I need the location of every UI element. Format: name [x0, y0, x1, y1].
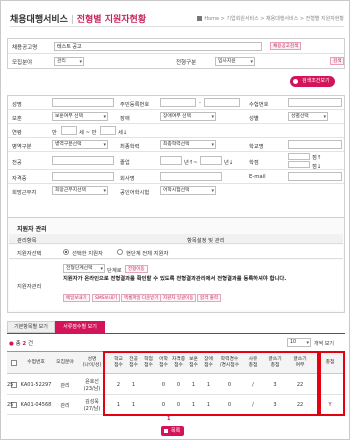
gpa-from-input[interactable]	[288, 153, 310, 160]
mgmt-col-item: 관리항목	[17, 238, 37, 244]
page-title: 채용대행서비스 | 전형별 지원자현황	[10, 15, 147, 25]
cert-input[interactable]	[52, 172, 114, 181]
top-search-form: 채용공고명 테스트 공고 채용공고검색 모집분야 관리 전형구분 입사지원 검색	[7, 38, 345, 69]
grad-from-input[interactable]	[160, 156, 182, 165]
move-stage-button[interactable]: 전형이동	[125, 265, 148, 273]
mgmt-notice: 지원자가 온라인으로 전형결과를 확인할 수 있도록 전형결과관리에서 전형결과…	[63, 276, 287, 282]
title-text: 채용대행서비스	[10, 15, 68, 25]
lang-label: 공인어학시험	[120, 190, 150, 196]
tab-basic[interactable]: 기본항목별 보기	[7, 321, 55, 333]
edu-select[interactable]: 최종학력선택	[160, 140, 216, 149]
veteran-label: 보훈	[12, 116, 22, 122]
job-name-input[interactable]: 테스트 공고	[54, 42, 262, 51]
age-to-input[interactable]	[100, 126, 116, 135]
target-all-radio[interactable]	[117, 249, 123, 255]
school-label: 학교명	[249, 144, 264, 150]
cert-label: 자격증	[12, 176, 27, 182]
home-icon[interactable]	[197, 16, 203, 21]
mgmt-actions: 메일보내기 SMS보내기 엑셀파일 다운받기 지원자 일괄이동 합격 출력	[63, 294, 343, 303]
stage-label: 전형구분	[176, 60, 197, 66]
breadcrumb: Home > 기업회원서비스 > 채용대행서비스 > 전형별 지원자현황	[197, 15, 344, 22]
email-input[interactable]	[288, 172, 342, 181]
recruit-field-label: 모집분야	[12, 60, 33, 66]
grid-col-header: 모집분야	[56, 360, 74, 365]
rrn-label: 주민등록번호	[120, 102, 150, 108]
mgmt-action-button[interactable]: 엑셀파일 다운받기	[121, 294, 162, 302]
military-select[interactable]: 병역구분선택	[52, 140, 108, 149]
gpa-to-input[interactable]	[288, 161, 310, 168]
search-button[interactable]: 검색	[330, 57, 345, 65]
detail-conditions: 성명 주민등록번호 - 수험번호 보훈 보훈여부 선택 장애 장애여부 선택 성…	[7, 95, 345, 221]
score-cell: 25	[7, 402, 14, 408]
gpa-label: 학점	[249, 160, 259, 166]
hope-select[interactable]: 희망근무지선택	[52, 186, 108, 195]
page-header: 채용대행서비스 | 전형별 지원자현황 Home > 기업회원서비스 > 채용대…	[10, 11, 344, 27]
name-input[interactable]	[52, 98, 114, 107]
military-label: 병역구분	[12, 144, 32, 150]
select-all-checkbox[interactable]	[11, 360, 17, 366]
list-icon	[164, 429, 168, 433]
mgmt-action-button[interactable]: SMS보내기	[92, 294, 121, 302]
gender-select[interactable]: 성별선택	[288, 112, 328, 121]
target-label: 지원자선택	[17, 251, 42, 257]
edu-label: 최종학력	[120, 144, 140, 150]
mgmt-action-button[interactable]: 지원자 일괄이동	[160, 294, 197, 302]
rrn-back-input[interactable]	[204, 98, 240, 107]
page-frame: 채용대행서비스 | 전형별 지원자현황 Home > 기업회원서비스 > 채용대…	[0, 0, 350, 440]
list-button[interactable]: 목록	[161, 426, 185, 436]
company-input[interactable]	[160, 172, 222, 181]
school-input[interactable]	[288, 140, 342, 149]
grad-label: 졸업	[120, 160, 130, 166]
tab-document-score[interactable]: 서류점수별 보기	[55, 321, 105, 333]
hope-label: 희망근무지	[12, 190, 37, 196]
plus-icon	[293, 79, 298, 84]
major-label: 전공	[12, 160, 22, 166]
apply-no-label: 수험번호	[249, 102, 269, 108]
page-current[interactable]: 1	[167, 416, 170, 422]
recruit-field: 관리	[60, 383, 70, 389]
applicant-id[interactable]: KA01-52297	[19, 382, 53, 388]
applicant-management: 지원자 관리 관리항목 항목설정 및 관리 지원자선택 선택한 지원자 현단계 …	[7, 217, 345, 313]
score-cell: 25	[7, 382, 14, 388]
rrn-front-input[interactable]	[160, 98, 196, 107]
disability-select[interactable]: 장애여부 선택	[160, 112, 216, 121]
name-label: 성명	[12, 102, 22, 108]
mgmt-section-title: 지원자 관리	[17, 226, 47, 233]
recruit-field-select[interactable]: 관리	[54, 57, 84, 66]
result-count: ● 총 2 건	[9, 341, 34, 347]
company-label: 회사명	[120, 176, 135, 182]
grad-to-input[interactable]	[200, 156, 222, 165]
result-stage-select[interactable]: 전형단계선택	[63, 264, 105, 273]
manage-label: 지원자관리	[17, 284, 42, 290]
job-search-button[interactable]: 채용공고검색	[270, 42, 302, 50]
major-input[interactable]	[52, 156, 114, 165]
mgmt-col-setting: 항목설정 및 관리	[187, 238, 225, 244]
lang-select[interactable]: 어학시험선택	[160, 186, 216, 195]
gender-label: 성별	[249, 116, 259, 122]
detail-search-toggle-button[interactable]: 검색조건보기	[290, 76, 335, 87]
applicant-id[interactable]: KA01-04568	[19, 402, 53, 408]
total-column-highlight	[319, 351, 345, 416]
subtitle-text: 전형별 지원자현황	[76, 15, 147, 25]
recruit-field: 관리	[60, 403, 70, 409]
apply-no-input[interactable]	[288, 98, 342, 107]
score-columns-highlight	[103, 351, 319, 416]
mgmt-action-button[interactable]: 합격 출력	[197, 294, 221, 302]
age-label: 연령	[12, 130, 22, 136]
stage-select[interactable]: 입사지원	[215, 57, 255, 66]
job-name-label: 채용공고명	[12, 45, 38, 51]
per-page-select[interactable]: 10	[287, 338, 311, 347]
grid-col-header: 수험번호	[27, 360, 45, 365]
mgmt-action-button[interactable]: 메일보내기	[63, 294, 90, 302]
disability-label: 장애	[120, 116, 130, 122]
age-from-input[interactable]	[61, 126, 77, 135]
veteran-select[interactable]: 보훈여부 선택	[52, 112, 108, 121]
email-label: E-mail	[249, 174, 266, 180]
target-selected-radio[interactable]	[63, 249, 69, 255]
